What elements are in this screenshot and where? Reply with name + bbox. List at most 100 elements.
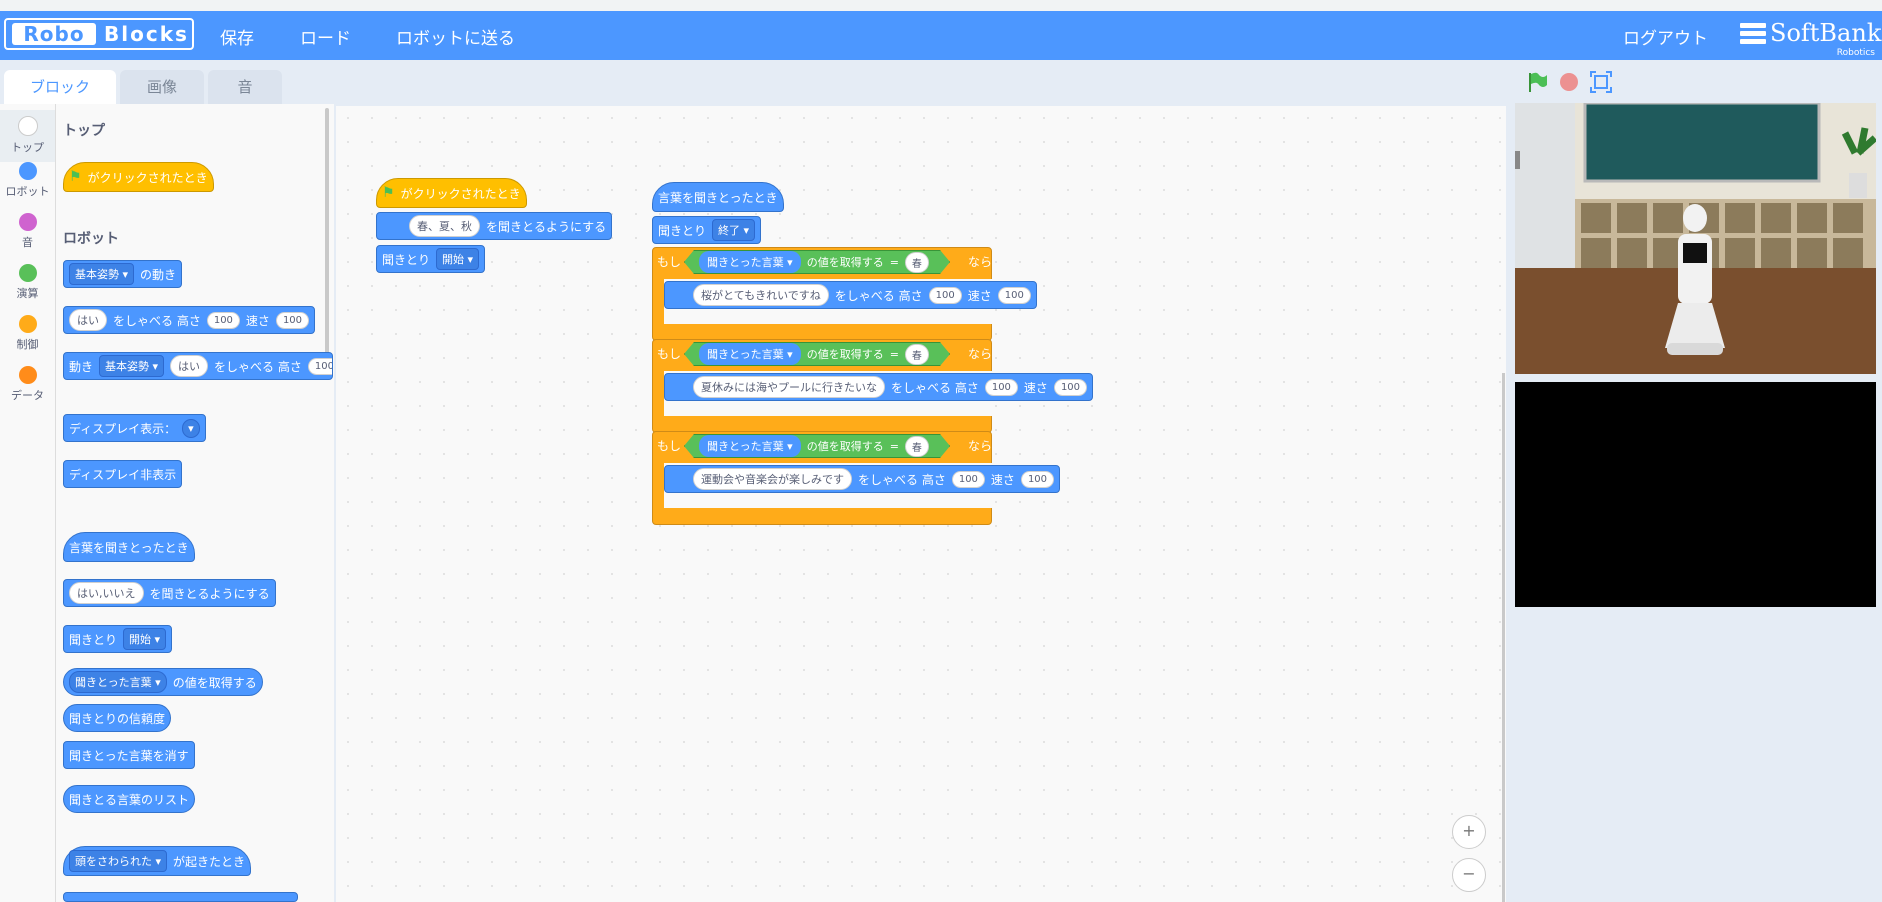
image-dropdown[interactable]: ▾ <box>182 418 200 438</box>
category-operators[interactable]: 演算 <box>0 264 55 301</box>
section-top-title: トップ <box>63 123 105 139</box>
compare-value-input[interactable]: 春 <box>905 436 929 457</box>
say-block-2[interactable]: 夏休みには海やプールに行きたいな をしゃべる 高さ 100 速さ 100 <box>664 373 1094 401</box>
palette-clear-word-block[interactable]: 聞きとった言葉を消す <box>63 741 195 769</box>
equals-condition[interactable]: 聞きとった言葉 ▾ の値を取得する = 春 <box>684 342 950 366</box>
equals-condition[interactable]: 聞きとった言葉 ▾ の値を取得する = 春 <box>684 250 950 274</box>
block-text: 聞きとり <box>382 252 431 267</box>
listen-dropdown[interactable]: 終了 ▾ <box>712 219 756 241</box>
stop-icon[interactable] <box>1559 72 1579 92</box>
say-block-1[interactable]: 桜がとてもきれいですね をしゃべる 高さ 100 速さ 100 <box>664 281 1037 309</box>
palette-heard-word-reporter[interactable]: 聞きとった言葉 ▾ の値を取得する <box>63 668 263 696</box>
speed-input[interactable]: 100 <box>1053 378 1088 396</box>
speed-input[interactable]: 100 <box>1020 470 1055 488</box>
heard-word-dropdown[interactable]: 聞きとった言葉 ▾ <box>69 671 167 693</box>
height-input[interactable]: 100 <box>307 357 332 375</box>
listen-dropdown[interactable]: 開始 ▾ <box>436 248 480 270</box>
equals-condition[interactable]: 聞きとった言葉 ▾ の値を取得する = 春 <box>684 434 950 458</box>
listen-dropdown[interactable]: 開始 ▾ <box>123 628 167 650</box>
heard-word-dropdown[interactable]: 聞きとった言葉 ▾ <box>699 435 801 457</box>
when-flag-clicked-hat[interactable]: ⚑ がクリックされたとき <box>376 178 527 208</box>
posture-dropdown[interactable]: 基本姿勢 ▾ <box>69 263 135 285</box>
height-input[interactable]: 100 <box>951 470 985 488</box>
palette-block-partial[interactable] <box>63 892 298 902</box>
heard-word-dropdown[interactable]: 聞きとった言葉 ▾ <box>699 251 801 273</box>
listen-start-block[interactable]: 聞きとり 開始 ▾ <box>376 245 486 273</box>
heard-word-dropdown[interactable]: 聞きとった言葉 ▾ <box>699 343 801 365</box>
palette-word-list-reporter[interactable]: 聞きとる言葉のリスト <box>63 785 196 813</box>
posture-dropdown[interactable]: 基本姿勢 ▾ <box>99 355 165 377</box>
camera-view <box>1515 382 1876 607</box>
logout-button[interactable]: ログアウト <box>1623 24 1708 49</box>
say-text-input[interactable]: はい <box>69 309 107 331</box>
palette-listen-block[interactable]: 聞きとり 開始 ▾ <box>63 625 173 653</box>
say-text-input[interactable]: はい <box>170 355 209 377</box>
height-input[interactable]: 100 <box>928 286 962 304</box>
speed-input[interactable]: 100 <box>275 311 310 329</box>
zoom-out-button[interactable]: − <box>1452 858 1486 892</box>
save-menu[interactable]: 保存 <box>220 24 254 49</box>
compare-value-input[interactable]: 春 <box>905 344 929 365</box>
when-hear-hat[interactable]: 言葉を聞きとったとき <box>652 182 784 212</box>
say-text-input[interactable]: 運動会や音楽会が楽しみです <box>693 468 852 490</box>
tab-blocks[interactable]: ブロック <box>4 70 116 104</box>
height-input[interactable]: 100 <box>984 378 1018 396</box>
say-text-input[interactable]: 夏休みには海やプールに行きたいな <box>693 376 885 398</box>
fullscreen-icon[interactable] <box>1590 71 1612 93</box>
send-to-robot-menu[interactable]: ロボットに送る <box>396 24 515 49</box>
set-hear-words-block[interactable]: 春、夏、秋 を聞きとるようにする <box>376 212 613 240</box>
say-text-input[interactable]: 桜がとてもきれいですね <box>693 284 829 306</box>
category-sound[interactable]: 音 <box>0 213 55 250</box>
words-input[interactable]: はい,いいえ <box>69 582 144 604</box>
block-text: の値を取得する <box>172 675 257 690</box>
brand-sub: Robotics <box>1836 48 1875 58</box>
palette-when-hear-block[interactable]: 言葉を聞きとったとき <box>63 532 195 562</box>
category-control[interactable]: 制御 <box>0 315 55 352</box>
palette-display-hide-block[interactable]: ディスプレイ非表示 <box>63 460 183 488</box>
block-text: をしゃべる 高さ <box>113 313 201 328</box>
block-text: がクリックされたとき <box>400 186 521 201</box>
category-robot[interactable]: ロボット <box>0 162 55 199</box>
palette-when-event-block[interactable]: 頭をさわられた ▾ が起きたとき <box>63 846 252 876</box>
palette-set-hear-words-block[interactable]: はい,いいえ を聞きとるようにする <box>63 579 276 607</box>
category-sound-icon <box>18 213 37 231</box>
workspace-scrollbar[interactable] <box>1502 373 1505 902</box>
palette-say-block[interactable]: はい をしゃべる 高さ 100 速さ 100 <box>63 306 316 334</box>
robot-stage[interactable] <box>1515 103 1876 374</box>
palette-confidence-reporter[interactable]: 聞きとりの信頼度 <box>63 704 172 732</box>
block-text: の値を取得する <box>806 256 884 269</box>
if-block-2[interactable]: もし 聞きとった言葉 ▾ の値を取得する = 春 なら 夏休みには海やプールに行… <box>652 339 1094 433</box>
zoom-in-button[interactable]: + <box>1452 815 1486 849</box>
load-menu[interactable]: ロード <box>300 24 351 49</box>
category-top[interactable]: トップ <box>0 110 55 162</box>
if-label: もし <box>657 255 682 269</box>
speed-input[interactable]: 100 <box>997 286 1031 304</box>
listen-stop-block[interactable]: 聞きとり 終了 ▾ <box>652 216 762 244</box>
height-input[interactable]: 100 <box>206 311 240 329</box>
event-dropdown[interactable]: 頭をさわられた ▾ <box>69 850 168 872</box>
block-text: が起きたとき <box>173 854 246 869</box>
block-text: 速さ <box>245 313 270 328</box>
if-block-1[interactable]: もし 聞きとった言葉 ▾ の値を取得する = 春 なら 桜がとてもきれいですね … <box>652 247 1037 341</box>
green-flag-icon: ⚑ <box>382 185 395 201</box>
compare-value-input[interactable]: 春 <box>905 252 929 273</box>
words-input[interactable]: 春、夏、秋 <box>409 215 480 237</box>
top-bar: Robo Blocks 保存 ロード ロボットに送る ログアウト SoftBan… <box>0 11 1882 60</box>
category-data[interactable]: データ <box>0 366 55 403</box>
tab-images[interactable]: 画像 <box>120 70 204 104</box>
tab-sounds[interactable]: 音 <box>208 70 282 104</box>
palette-motion-block[interactable]: 基本姿勢 ▾ の動き <box>63 260 183 288</box>
palette-move-say-block[interactable]: 動き 基本姿勢 ▾ はい をしゃべる 高さ 100 <box>63 352 333 380</box>
logo-robo: Robo <box>12 23 96 45</box>
green-flag-icon: ⚑ <box>69 169 82 185</box>
block-text: 聞きとり <box>69 632 118 647</box>
say-block-3[interactable]: 運動会や音楽会が楽しみです をしゃべる 高さ 100 速さ 100 <box>664 465 1061 493</box>
classroom-scene <box>1515 103 1876 374</box>
palette-scrollbar[interactable] <box>325 108 329 370</box>
palette-display-show-block[interactable]: ディスプレイ表示： ▾ <box>63 414 206 442</box>
equals-sign: = <box>889 439 899 453</box>
block-text: を聞きとるようにする <box>149 586 270 601</box>
palette-when-flag-clicked[interactable]: ⚑ がクリックされたとき <box>63 162 214 192</box>
green-flag-icon[interactable] <box>1525 70 1549 94</box>
if-block-3[interactable]: もし 聞きとった言葉 ▾ の値を取得する = 春 なら 運動会や音楽会が楽しみで… <box>652 431 1061 525</box>
